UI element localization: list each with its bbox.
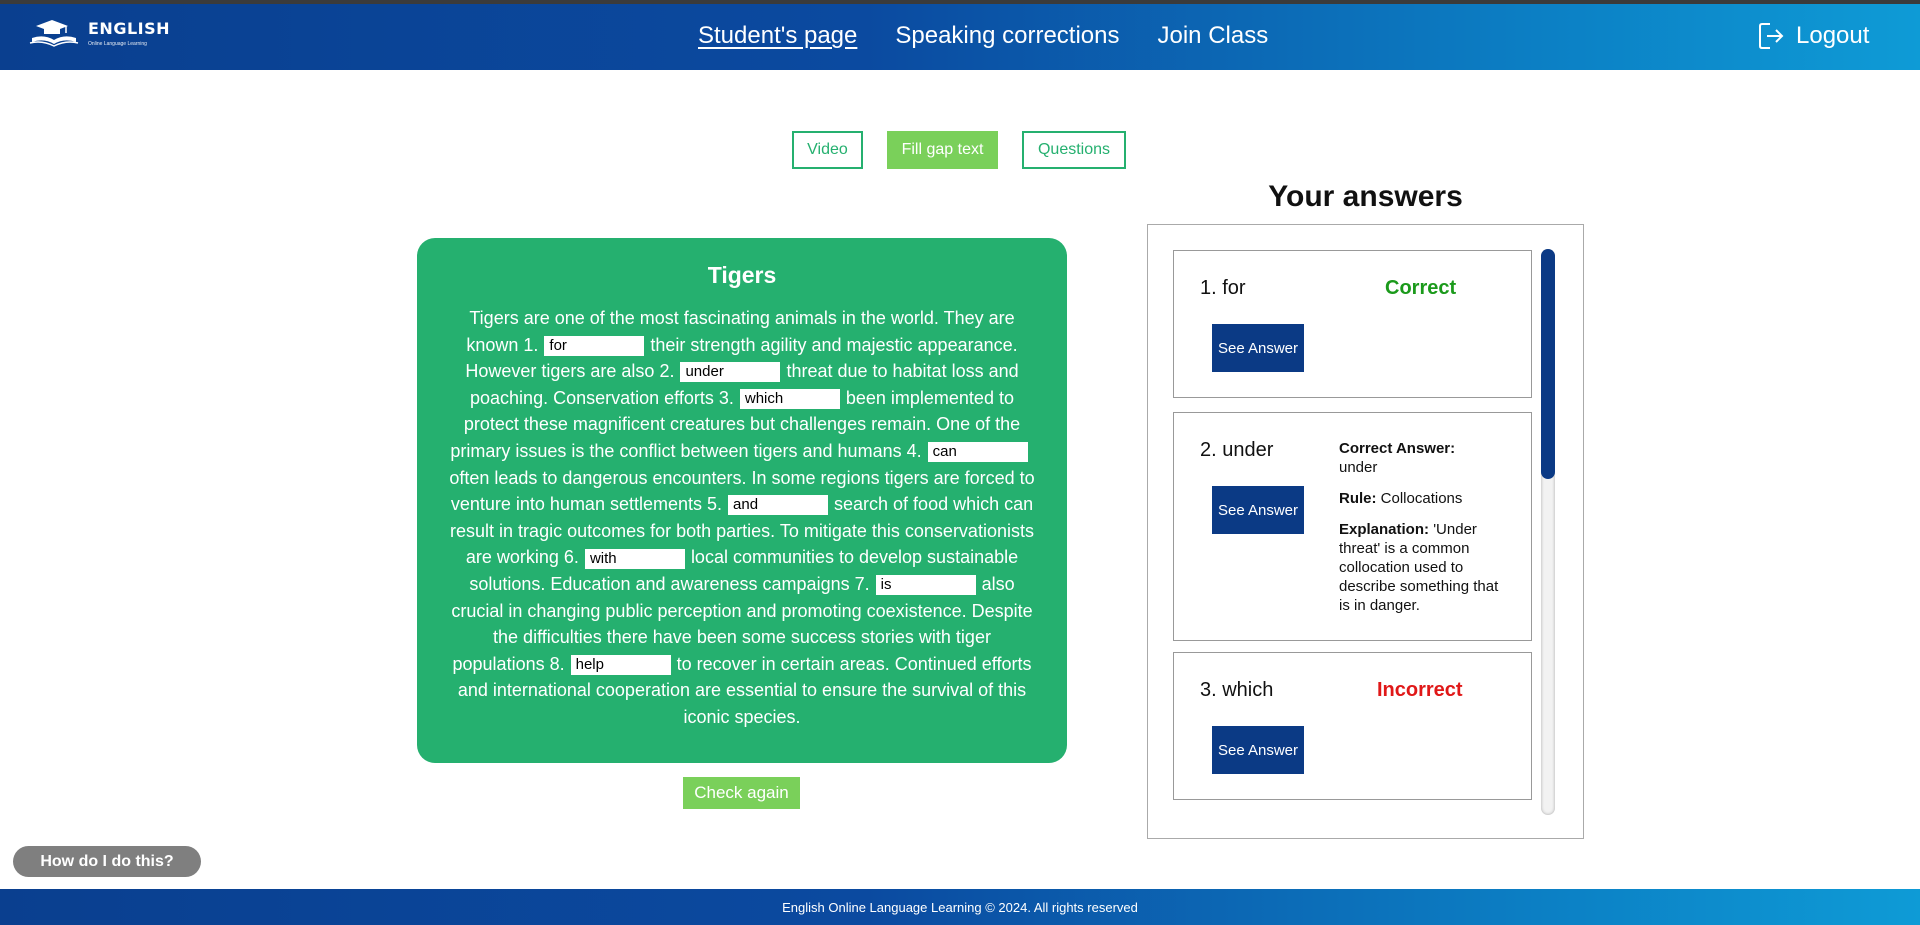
gap-input-1[interactable]: for <box>544 335 645 356</box>
top-navigation-bar: ENGLISH Online Language Learning Student… <box>0 4 1920 70</box>
nav-join-class[interactable]: Join Class <box>1158 22 1269 50</box>
passage: Tigers are one of the most fascinating a… <box>445 305 1039 731</box>
gap-input-6[interactable]: with <box>584 548 685 569</box>
gap-input-8[interactable]: help <box>570 654 671 675</box>
answer-status-correct: Correct <box>1385 277 1457 299</box>
answer-status-incorrect: Incorrect <box>1377 679 1463 701</box>
answer-label: 1. for <box>1200 277 1246 299</box>
correct-answer-value: under <box>1339 459 1378 476</box>
see-answer-button[interactable]: See Answer <box>1212 324 1304 372</box>
footer: English Online Language Learning © 2024.… <box>0 889 1920 925</box>
answer-label: 3. which <box>1200 679 1274 701</box>
check-again-button[interactable]: Check again <box>683 777 800 809</box>
explanation-label: Explanation: <box>1339 521 1430 538</box>
tab-video[interactable]: Video <box>792 131 863 169</box>
gap-input-5[interactable]: and <box>728 495 829 516</box>
text-title: Tigers <box>707 262 777 288</box>
answer-card-1: 1. for Correct See Answer <box>1173 250 1532 398</box>
fill-gap-text-card: Tigers Tigers are one of the most fascin… <box>417 238 1067 763</box>
tab-questions[interactable]: Questions <box>1022 131 1126 169</box>
nav-students-page[interactable]: Student's page <box>698 22 857 50</box>
exercise-tabs: Video Fill gap text Questions <box>792 131 1150 169</box>
answers-title: Your answers <box>1268 180 1463 213</box>
logout-button[interactable]: Logout <box>1758 22 1869 50</box>
rule-label: Rule: <box>1339 490 1377 507</box>
logout-label: Logout <box>1796 22 1870 49</box>
help-button[interactable]: How do I do this? <box>13 846 201 877</box>
rule-value: Collocations <box>1380 490 1463 507</box>
logo-title: ENGLISH <box>88 19 171 38</box>
correct-answer-label: Correct Answer: <box>1339 440 1456 457</box>
answers-scrollbar[interactable] <box>1541 249 1555 815</box>
tab-fill-gap-text[interactable]: Fill gap text <box>887 131 998 169</box>
answer-label: 2. under <box>1200 439 1274 461</box>
footer-copyright: English Online Language Learning © 2024.… <box>782 899 1138 915</box>
see-answer-button[interactable]: See Answer <box>1212 726 1304 774</box>
main-nav: Student's page Speaking corrections Join… <box>698 22 1306 50</box>
answer-card-2: 2. under See Answer Correct Answer: under… <box>1173 412 1532 641</box>
logo[interactable]: ENGLISH Online Language Learning <box>28 18 170 48</box>
nav-speaking-corrections[interactable]: Speaking corrections <box>895 22 1119 50</box>
see-answer-button[interactable]: See Answer <box>1212 486 1304 534</box>
logout-icon <box>1759 23 1784 49</box>
answers-panel[interactable]: 1. for Correct See Answer 2. under See A… <box>1147 224 1584 839</box>
graduation-cap-book-icon <box>29 20 79 47</box>
gap-input-3[interactable]: which <box>739 389 840 410</box>
answer-card-3: 3. which Incorrect See Answer <box>1173 652 1532 800</box>
gap-input-7[interactable]: is <box>875 575 976 596</box>
logo-subtitle: Online Language Learning <box>88 41 147 47</box>
gap-input-2[interactable]: under <box>680 362 781 383</box>
gap-input-4[interactable]: can <box>927 442 1028 463</box>
answer-details: Correct Answer: under Rule: Collocations … <box>1339 439 1509 627</box>
answers-scrollbar-thumb[interactable] <box>1541 249 1555 479</box>
